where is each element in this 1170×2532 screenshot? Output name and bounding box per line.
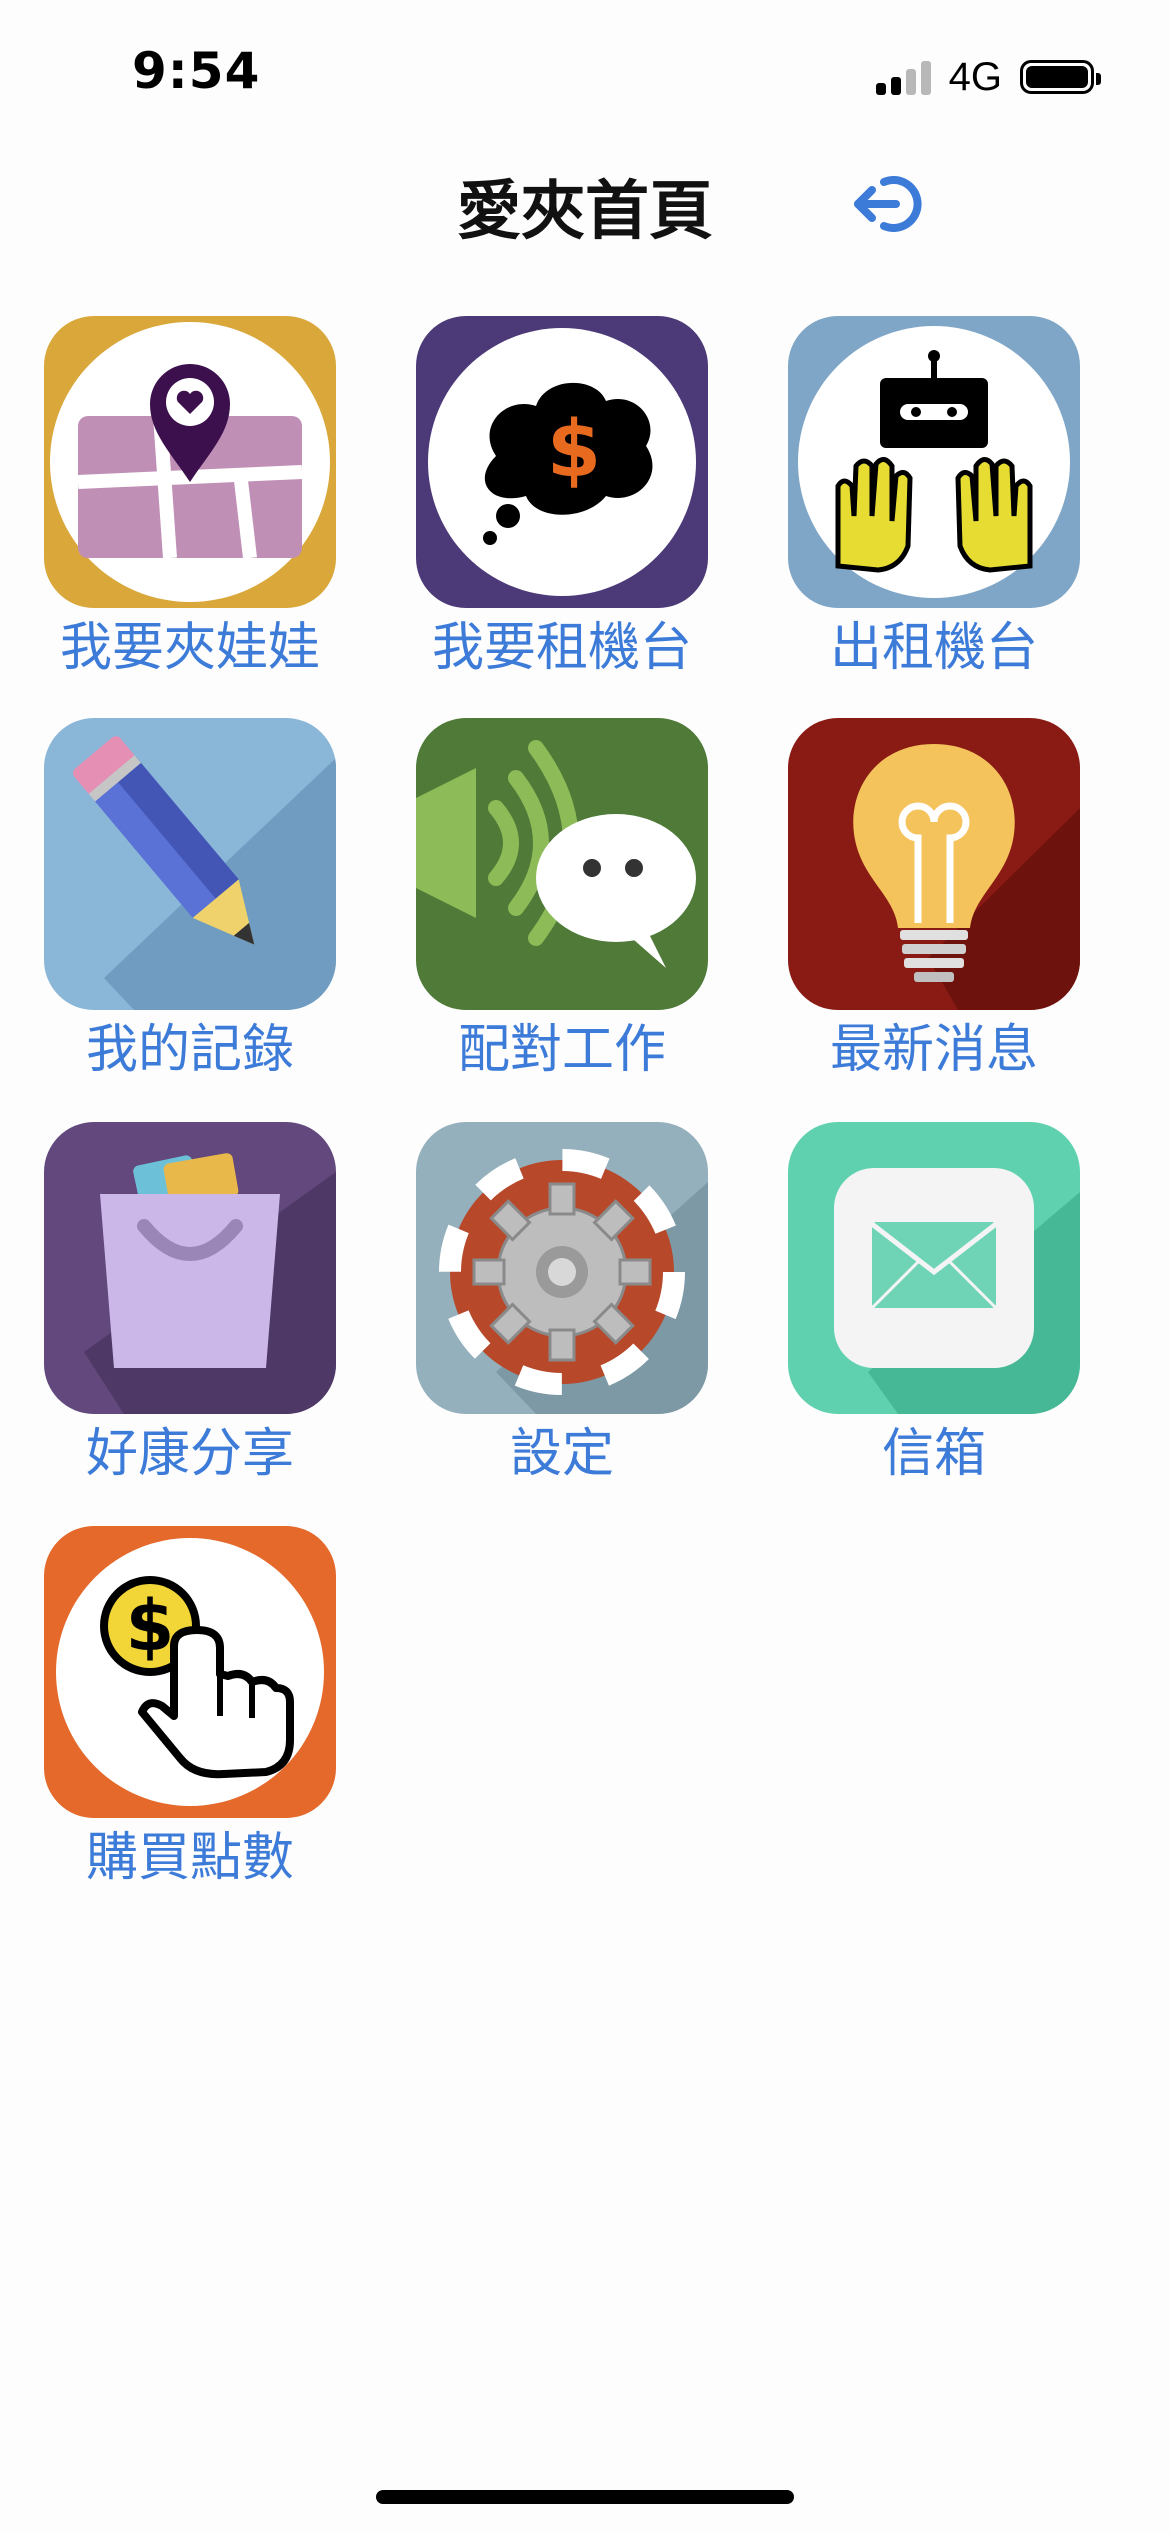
shopping-bag-icon [44,1122,336,1414]
tile-label: 我的記錄 [85,1020,294,1080]
signal-icon [875,59,931,95]
status-indicators: 4G [875,52,1101,102]
money-thought-icon: $ [416,316,708,608]
tile-mailbox[interactable]: 信箱 [784,1122,1084,1488]
status-time: 9:54 [132,42,261,100]
lightbulb-icon [788,718,1080,1010]
tile-label: 購買點數 [85,1828,294,1888]
robot-hands-icon [788,316,1080,608]
tile-buy-points[interactable]: $ 購買點數 [40,1526,340,1892]
pencil-icon [44,718,336,1010]
tile-label: 最新消息 [829,1020,1038,1080]
tile-deal-sharing[interactable]: 好康分享 [40,1122,340,1488]
tile-settings[interactable]: 設定 [412,1122,712,1488]
map-pin-icon [44,316,336,608]
tile-label: 我要夾娃娃 [59,618,320,678]
tile-lease-machine[interactable]: 出租機台 [784,316,1084,682]
svg-text:$: $ [126,1585,175,1667]
battery-icon [1020,60,1101,94]
tile-label: 我要租機台 [431,618,692,678]
svg-text:$: $ [547,405,601,495]
tile-label: 出租機台 [829,618,1038,678]
network-type: 4G [948,54,1002,99]
envelope-icon [788,1122,1080,1414]
tile-my-records[interactable]: 我的記錄 [40,718,340,1084]
coin-tap-icon: $ [44,1526,336,1818]
logout-icon [854,176,922,232]
tile-match-jobs[interactable]: 配對工作 [412,718,712,1084]
tile-label: 配對工作 [457,1020,666,1080]
tile-latest-news[interactable]: 最新消息 [784,718,1084,1084]
tile-claw-machine[interactable]: 我要夾娃娃 [40,316,340,682]
tile-rent-machine[interactable]: $ 我要租機台 [412,316,712,682]
speaker-chat-icon [416,718,708,1010]
tile-label: 信箱 [881,1424,986,1484]
tile-label: 設定 [509,1424,614,1484]
tile-label: 好康分享 [85,1424,294,1484]
home-indicator[interactable] [376,2490,794,2504]
gear-icon [416,1122,708,1414]
page-title: 愛夾首頁 [457,175,713,249]
logout-button[interactable] [850,168,930,240]
